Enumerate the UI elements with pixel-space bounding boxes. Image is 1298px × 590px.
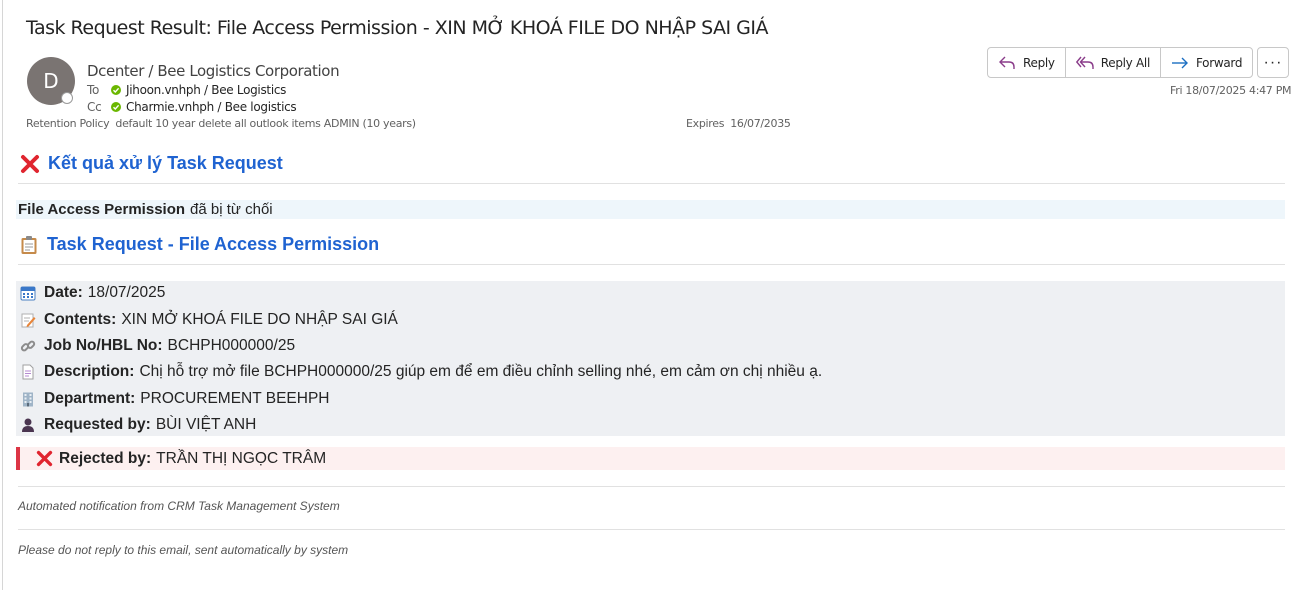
sent-date: Fri 18/07/2025 4:47 PM: [1170, 84, 1292, 97]
forward-label: Forward: [1195, 55, 1243, 70]
task-heading-text: Task Request - File Access Permission: [47, 234, 380, 254]
task-heading: Task Request - File Access Permission: [20, 234, 379, 255]
presence-status-icon: [61, 92, 73, 104]
reply-icon: [999, 56, 1015, 69]
memo-icon: [20, 312, 36, 328]
divider: [18, 529, 1285, 530]
divider: [18, 264, 1285, 265]
result-heading-text: Kết quả xử lý Task Request: [48, 153, 283, 173]
cc-recipient[interactable]: Charmie.vnhph / Bee logistics: [126, 100, 297, 114]
reply-button[interactable]: Reply: [988, 48, 1066, 77]
avatar-initial: D: [43, 69, 59, 93]
email-subject: Task Request Result: File Access Permiss…: [26, 17, 768, 39]
expires: Expires 16/07/2035: [686, 117, 791, 130]
forward-button[interactable]: Forward: [1161, 48, 1252, 77]
to-recipient[interactable]: Jihoon.vnhph / Bee Logistics: [126, 83, 286, 97]
clipboard-icon: [20, 235, 38, 255]
detail-value: BCHPH000000/25: [167, 337, 296, 354]
expires-value: 16/07/2035: [730, 117, 791, 130]
detail-label: Description:: [44, 363, 135, 380]
expires-label: Expires: [686, 117, 725, 130]
detail-row-description: Description: Chị hỗ trợ mở file BCHPH000…: [20, 363, 822, 381]
retention-policy: Retention Policy default 10 year delete a…: [26, 117, 416, 130]
status-line: File Access Permission đã bị từ chối: [16, 200, 1285, 219]
more-actions-button[interactable]: ···: [1257, 47, 1289, 78]
office-building-icon: [20, 391, 36, 407]
detail-row-requested-by: Requested by: BÙI VIỆT ANH: [20, 416, 256, 434]
reading-pane-border: [2, 0, 3, 590]
reply-all-button[interactable]: Reply All: [1066, 48, 1161, 77]
detail-label: Job No/HBL No:: [44, 337, 163, 354]
divider: [18, 183, 1285, 184]
detail-label: Department:: [44, 390, 136, 407]
available-status-icon: [111, 102, 121, 112]
reply-all-label: Reply All: [1100, 55, 1151, 70]
person-icon: [20, 417, 36, 433]
detail-value: PROCUREMENT BEEHPH: [140, 390, 330, 407]
footer-disclaimer: Please do not reply to this email, sent …: [18, 543, 349, 557]
rejected-value: TRẦN THỊ NGỌC TRÂM: [156, 449, 327, 467]
cross-mark-icon: [36, 450, 53, 467]
detail-row-job-no: Job No/HBL No: BCHPH000000/25: [20, 337, 295, 355]
rejected-by-banner: Rejected by: TRẦN THỊ NGỌC TRÂM: [16, 447, 1285, 470]
detail-label: Date:: [44, 284, 83, 301]
cc-label: Cc: [87, 100, 102, 114]
details-panel: [16, 281, 1285, 436]
result-heading: Kết quả xử lý Task Request: [20, 153, 283, 174]
detail-value: BÙI VIỆT ANH: [155, 416, 257, 433]
document-icon: [20, 364, 36, 380]
reply-label: Reply: [1023, 55, 1055, 70]
detail-value: XIN MỞ KHOÁ FILE DO NHẬP SAI GIÁ: [121, 311, 398, 328]
rejected-label: Rejected by:: [59, 449, 152, 467]
divider: [18, 486, 1285, 487]
detail-value: 18/07/2025: [87, 284, 166, 301]
status-item: File Access Permission: [18, 201, 186, 218]
cross-mark-icon: [20, 154, 40, 174]
detail-row-contents: Contents: XIN MỞ KHOÁ FILE DO NHẬP SAI G…: [20, 311, 398, 329]
more-icon: ···: [1263, 53, 1283, 71]
cc-line: Cc Charmie.vnhph / Bee logistics: [87, 100, 297, 114]
detail-label: Contents:: [44, 311, 117, 328]
to-line: To Jihoon.vnhph / Bee Logistics: [87, 83, 286, 97]
sender-name[interactable]: Dcenter / Bee Logistics Corporation: [87, 62, 340, 80]
footer-note: Automated notification from CRM Task Man…: [18, 499, 340, 513]
calendar-icon: [20, 285, 36, 301]
retention-value: default 10 year delete all outlook items…: [115, 117, 416, 130]
available-status-icon: [111, 85, 121, 95]
reply-all-icon: [1075, 56, 1094, 69]
detail-label: Requested by:: [44, 416, 151, 433]
detail-value: Chị hỗ trợ mở file BCHPH000000/25 giúp e…: [139, 363, 823, 380]
link-icon: [20, 338, 36, 354]
detail-row-department: Department: PROCUREMENT BEEHPH: [20, 390, 329, 408]
to-label: To: [87, 83, 100, 97]
response-toolbar: Reply Reply All Forward: [987, 47, 1254, 78]
status-text: đã bị từ chối: [190, 201, 273, 218]
retention-label: Retention Policy: [26, 117, 110, 130]
detail-row-date: Date: 18/07/2025: [20, 284, 165, 302]
forward-icon: [1171, 57, 1188, 68]
